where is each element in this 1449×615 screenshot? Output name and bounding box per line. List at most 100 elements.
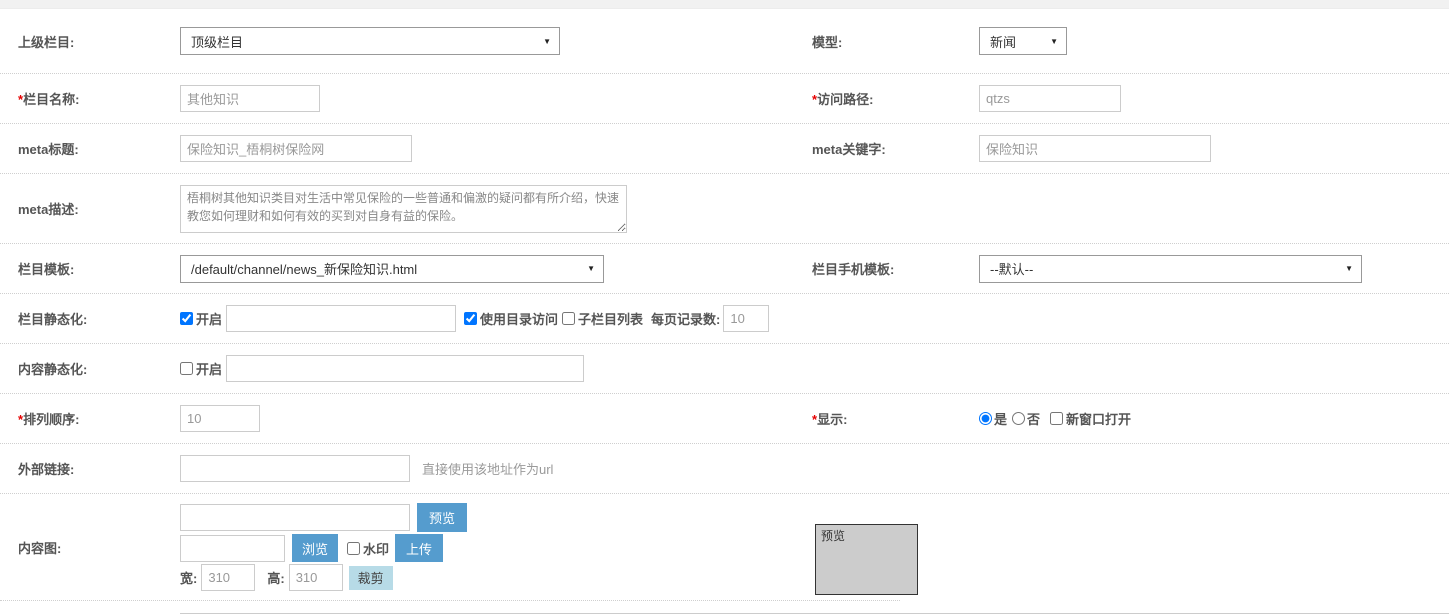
cell-meta-title: meta标题: bbox=[0, 135, 812, 162]
access-path-input[interactable] bbox=[979, 85, 1121, 112]
cell-sort-order: *排列顺序: bbox=[0, 405, 812, 432]
content-image-label: 内容图: bbox=[18, 540, 62, 556]
access-path-label: *访问路径: bbox=[812, 92, 874, 107]
content-static-enable-checkbox[interactable] bbox=[180, 362, 193, 375]
cell-meta-keywords: meta关键字: bbox=[812, 135, 1449, 162]
image-file-input[interactable] bbox=[180, 534, 285, 562]
preview-button[interactable]: 预览 bbox=[417, 503, 467, 532]
image-width-input[interactable] bbox=[201, 564, 256, 591]
cell-model: 模型: 新闻 ▼ bbox=[812, 27, 1449, 55]
watermark-checkbox[interactable] bbox=[347, 541, 360, 555]
content-static-enable-label: 开启 bbox=[196, 362, 223, 377]
category-template-select[interactable]: /default/channel/news_新保险知识.html ▼ bbox=[180, 254, 604, 283]
category-mobile-template-selected-value: --默认-- bbox=[990, 262, 1034, 277]
external-link-label: 外部链接: bbox=[18, 462, 75, 477]
sort-order-label: *排列顺序: bbox=[18, 412, 80, 427]
page-size-label: 每页记录数: bbox=[651, 312, 721, 327]
row-category-static: 栏目静态化: 开启 使用目录访问 子栏目列表 每页记录数: bbox=[0, 294, 1449, 344]
image-height-input[interactable] bbox=[288, 564, 343, 591]
dir-access-checkbox[interactable] bbox=[464, 312, 478, 325]
image-width-label: 宽: bbox=[180, 571, 198, 586]
display-label: *显示: bbox=[812, 412, 848, 427]
image-preview-box-label: 预览 bbox=[821, 528, 846, 543]
image-preview-box: 预览 bbox=[815, 523, 918, 595]
upload-button[interactable]: 上传 bbox=[395, 534, 444, 562]
parent-category-label: 上级栏目: bbox=[18, 34, 75, 50]
cell-content-image: 内容图: 预览 浏览 水印 上传 宽: 高: bbox=[0, 502, 812, 592]
browse-button[interactable]: 浏览 bbox=[292, 534, 338, 562]
category-static-enable-checkbox[interactable] bbox=[180, 312, 193, 325]
image-size-line: 宽: 高: 裁剪 bbox=[180, 564, 467, 591]
row-meta-description: meta描述: 梧桐树其他知识类目对生活中常见保险的一些普通和偏激的疑问都有所介… bbox=[0, 174, 1449, 244]
category-static-path-input[interactable] bbox=[226, 305, 457, 332]
image-url-input[interactable] bbox=[180, 504, 410, 531]
display-yes-label: 是 bbox=[994, 412, 1008, 427]
category-mobile-template-label: 栏目手机模板: bbox=[812, 262, 895, 277]
image-url-line: 预览 bbox=[180, 503, 467, 532]
meta-description-textarea[interactable]: 梧桐树其他知识类目对生活中常见保险的一些普通和偏激的疑问都有所介绍，快速教您如何… bbox=[180, 184, 627, 233]
row-parent-category: 上级栏目: 顶级栏目 ▼ 模型: 新闻 ▼ bbox=[0, 9, 1449, 74]
crop-button[interactable]: 裁剪 bbox=[348, 565, 393, 590]
category-template-label: 栏目模板: bbox=[18, 262, 75, 277]
row-sort-order: *排列顺序: *显示: 是 否 新窗口打开 bbox=[0, 394, 1449, 444]
sub-category-list-label: 子栏目列表 bbox=[578, 312, 644, 327]
top-bar bbox=[0, 0, 1449, 9]
meta-keywords-input[interactable] bbox=[979, 135, 1211, 162]
content-image-controls: 预览 浏览 水印 上传 宽: 高: 裁剪 bbox=[180, 502, 467, 592]
cell-external-link: 外部链接: 直接使用该地址作为url bbox=[0, 455, 1449, 482]
category-mobile-template-select[interactable]: --默认-- ▼ bbox=[979, 254, 1362, 283]
parent-category-select[interactable]: 顶级栏目 ▼ bbox=[180, 27, 560, 55]
next-section-top-border bbox=[180, 613, 1449, 614]
cell-parent-category: 上级栏目: 顶级栏目 ▼ bbox=[0, 27, 812, 55]
cell-category-static: 栏目静态化: 开启 使用目录访问 子栏目列表 每页记录数: bbox=[0, 305, 1449, 332]
cell-category-name: *栏目名称: bbox=[0, 85, 812, 112]
meta-title-label: meta标题: bbox=[18, 142, 79, 157]
cell-category-mobile-template: 栏目手机模板: --默认-- ▼ bbox=[812, 254, 1449, 283]
dir-access-label: 使用目录访问 bbox=[480, 312, 559, 327]
cell-category-template: 栏目模板: /default/channel/news_新保险知识.html ▼ bbox=[0, 254, 812, 283]
cell-access-path: *访问路径: bbox=[812, 85, 1449, 112]
cell-image-preview: 预览 bbox=[812, 500, 1449, 595]
category-static-label: 栏目静态化: bbox=[18, 312, 88, 327]
external-link-hint: 直接使用该地址作为url bbox=[422, 462, 554, 477]
cell-display: *显示: 是 否 新窗口打开 bbox=[812, 409, 1449, 428]
sub-category-list-checkbox[interactable] bbox=[562, 312, 576, 325]
category-template-selected-value: /default/channel/news_新保险知识.html bbox=[191, 262, 418, 277]
new-window-checkbox[interactable] bbox=[1050, 412, 1064, 425]
row-content-static: 内容静态化: 开启 bbox=[0, 344, 1449, 394]
dropdown-arrow-icon: ▼ bbox=[1050, 36, 1058, 46]
watermark-label: 水印 bbox=[363, 541, 390, 557]
row-content-image: 内容图: 预览 浏览 水印 上传 宽: 高: bbox=[0, 494, 1449, 600]
content-static-path-input[interactable] bbox=[226, 355, 585, 382]
model-label: 模型: bbox=[812, 34, 843, 50]
meta-title-input[interactable] bbox=[180, 135, 412, 162]
category-name-input[interactable] bbox=[180, 85, 320, 112]
dropdown-arrow-icon: ▼ bbox=[543, 36, 551, 46]
row-meta-title: meta标题: meta关键字: bbox=[0, 124, 1449, 174]
category-static-enable-label: 开启 bbox=[196, 312, 223, 327]
row-category-name: *栏目名称: *访问路径: bbox=[0, 74, 1449, 124]
category-name-label: *栏目名称: bbox=[18, 92, 80, 107]
display-no-label: 否 bbox=[1027, 412, 1041, 427]
image-height-label: 高: bbox=[267, 571, 285, 586]
page-size-input[interactable] bbox=[723, 305, 770, 332]
cell-content-static: 内容静态化: 开启 bbox=[0, 355, 812, 382]
channel-edit-page: 上级栏目: 顶级栏目 ▼ 模型: 新闻 ▼ *栏目名称: *访问路径: meta… bbox=[0, 0, 1449, 614]
dropdown-arrow-icon: ▼ bbox=[587, 264, 595, 273]
section-divider bbox=[0, 600, 900, 601]
image-upload-line: 浏览 水印 上传 bbox=[180, 534, 467, 562]
new-window-label: 新窗口打开 bbox=[1066, 412, 1132, 427]
display-yes-radio[interactable] bbox=[979, 412, 992, 425]
dropdown-arrow-icon: ▼ bbox=[1345, 264, 1353, 273]
sort-order-input[interactable] bbox=[180, 405, 260, 432]
display-no-radio[interactable] bbox=[1012, 412, 1026, 425]
external-link-input[interactable] bbox=[180, 455, 410, 482]
row-category-template: 栏目模板: /default/channel/news_新保险知识.html ▼… bbox=[0, 244, 1449, 294]
cell-meta-description: meta描述: 梧桐树其他知识类目对生活中常见保险的一些普通和偏激的疑问都有所介… bbox=[0, 184, 812, 233]
meta-keywords-label: meta关键字: bbox=[812, 142, 886, 157]
row-external-link: 外部链接: 直接使用该地址作为url bbox=[0, 444, 1449, 494]
meta-description-label: meta描述: bbox=[18, 202, 79, 217]
parent-category-selected-value: 顶级栏目 bbox=[191, 34, 244, 50]
model-selected-value: 新闻 bbox=[990, 34, 1017, 50]
model-select[interactable]: 新闻 ▼ bbox=[979, 27, 1067, 55]
